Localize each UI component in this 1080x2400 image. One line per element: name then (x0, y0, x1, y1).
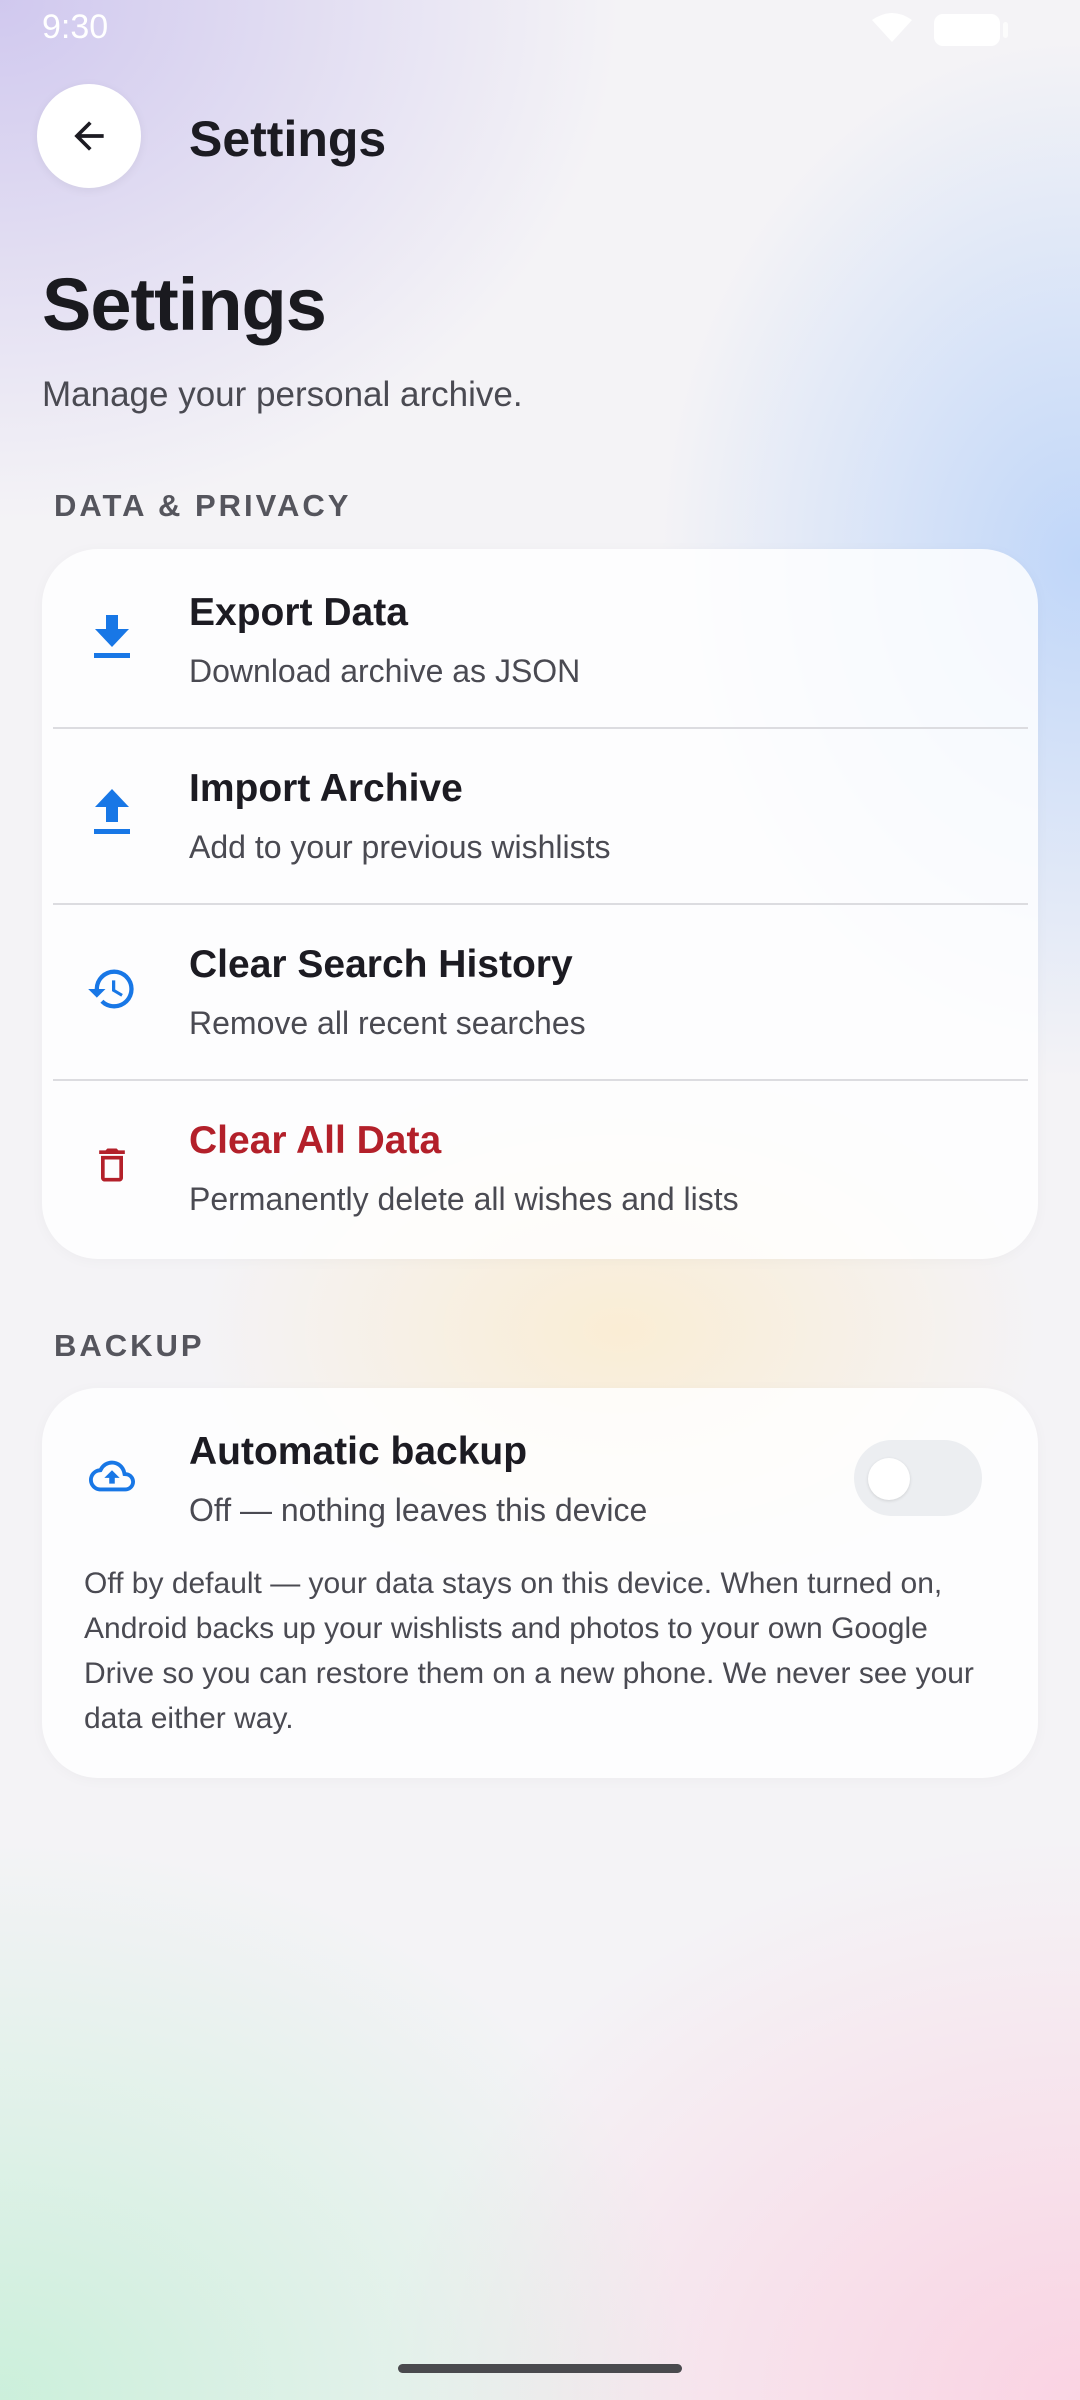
page-subtitle: Manage your personal archive. (42, 375, 523, 414)
home-indicator[interactable] (398, 2364, 682, 2373)
data-privacy-card: Export Data Download archive as JSON Imp… (42, 549, 1038, 1259)
wifi-icon (872, 13, 912, 42)
import-archive-subtitle: Add to your previous wishlists (189, 829, 611, 865)
export-data-subtitle: Download archive as JSON (189, 653, 581, 689)
backup-description: Off by default — your data stays on this… (84, 1567, 974, 1735)
cloud-upload-icon (84, 1448, 140, 1504)
battery-icon (934, 14, 1000, 46)
automatic-backup-toggle[interactable] (854, 1440, 982, 1516)
clear-search-history-item[interactable]: Clear Search History Remove all recent s… (42, 901, 1038, 1077)
import-archive-item[interactable]: Import Archive Add to your previous wish… (42, 725, 1038, 901)
export-data-title: Export Data (189, 591, 408, 634)
toggle-knob (868, 1458, 910, 1500)
download-icon (84, 609, 140, 665)
status-bar: 9:30 (0, 0, 1080, 60)
clear-all-data-title: Clear All Data (189, 1119, 442, 1162)
clear-all-data-subtitle: Permanently delete all wishes and lists (189, 1181, 739, 1217)
arrow-back-icon (74, 121, 104, 151)
clear-search-history-subtitle: Remove all recent searches (189, 1005, 586, 1041)
page-title: Settings (42, 263, 327, 346)
automatic-backup-subtitle: Off — nothing leaves this device (189, 1492, 648, 1528)
upload-icon (84, 785, 140, 841)
history-icon (84, 961, 140, 1017)
clear-search-history-title: Clear Search History (189, 943, 573, 986)
section-label-data-privacy: DATA & PRIVACY (54, 488, 352, 523)
section-label-backup: BACKUP (54, 1328, 205, 1363)
back-button[interactable] (37, 84, 141, 188)
clear-all-data-item[interactable]: Clear All Data Permanently delete all wi… (42, 1077, 1038, 1253)
top-bar-title: Settings (189, 111, 387, 167)
import-archive-title: Import Archive (189, 767, 463, 810)
export-data-item[interactable]: Export Data Download archive as JSON (42, 549, 1038, 725)
status-time: 9:30 (42, 8, 109, 46)
backup-card: Automatic backup Off — nothing leaves th… (42, 1388, 1038, 1778)
trash-icon (84, 1137, 140, 1193)
automatic-backup-row: Automatic backup Off — nothing leaves th… (42, 1388, 1038, 1564)
battery-tip (1003, 22, 1008, 38)
automatic-backup-title: Automatic backup (189, 1430, 528, 1473)
